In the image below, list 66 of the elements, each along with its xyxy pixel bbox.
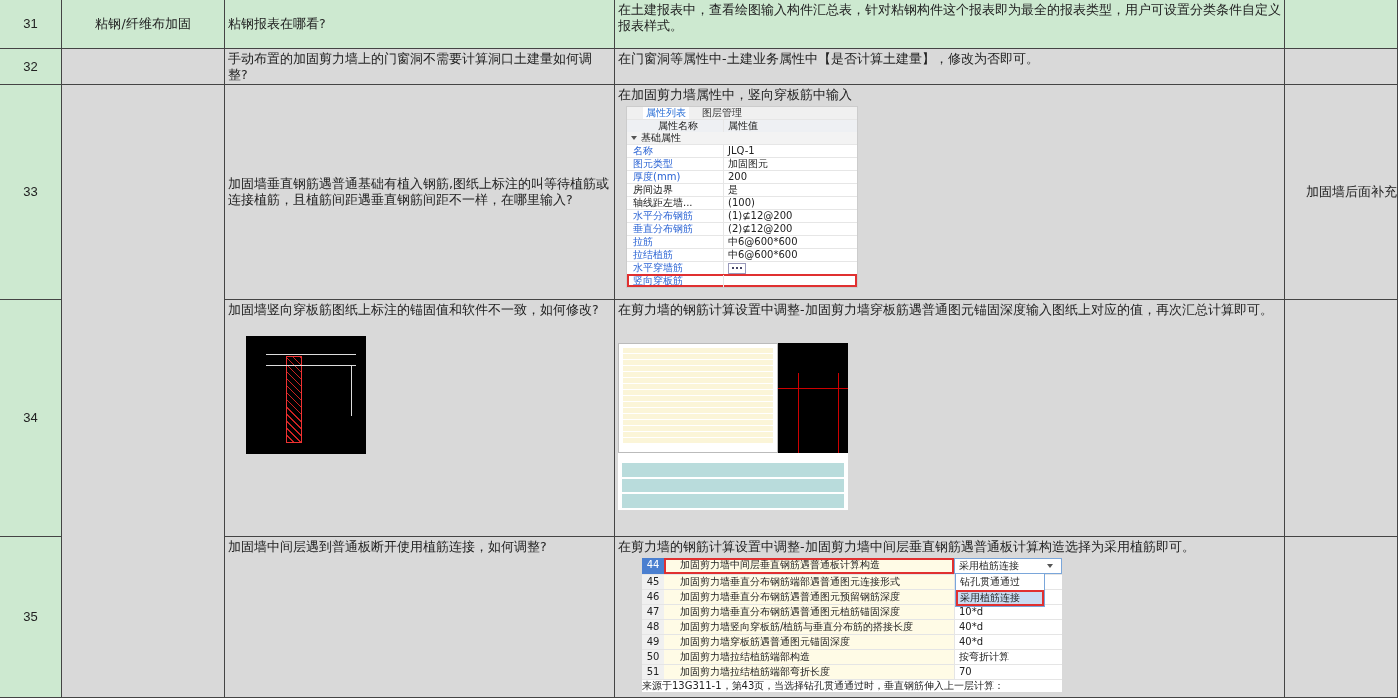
setting-value: 40*d bbox=[954, 635, 1062, 649]
property-name: 厚度(mm) bbox=[632, 171, 682, 183]
property-name: 图元类型 bbox=[632, 158, 674, 170]
row-number: 33 bbox=[0, 85, 62, 300]
property-value-field[interactable]: 中6@600*600 bbox=[723, 236, 851, 248]
row-number: 49 bbox=[642, 635, 664, 649]
property-name: 名称 bbox=[632, 145, 654, 157]
row-number: 47 bbox=[642, 605, 664, 619]
category-cell: 粘钢/纤维布加固 bbox=[62, 0, 225, 49]
setting-name[interactable]: 加固剪力墙垂直分布钢筋遇普通图元预留钢筋深度 bbox=[664, 590, 954, 604]
collapse-icon[interactable] bbox=[631, 136, 637, 140]
panel-tab[interactable]: 属性列表 bbox=[643, 107, 689, 119]
property-name: 房间边界 bbox=[632, 184, 674, 196]
setting-value: 按弯折计算 bbox=[954, 650, 1062, 664]
note-text: 加固墙后面补充 bbox=[1306, 184, 1397, 200]
question-text: 加固墙垂直钢筋遇普通基础有植入钢筋,图纸上标注的叫等待植筋或连接植筋，且植筋间距遇垂直钢筋间距不一样，在哪里输入? bbox=[228, 176, 610, 208]
setting-name[interactable]: 加固剪力墙垂直分布钢筋端部遇普通图元连接形式 bbox=[664, 575, 954, 589]
property-name: 拉结植筋 bbox=[632, 249, 674, 261]
question-text: 手动布置的加固剪力墙上的门窗洞不需要计算洞口土建量如何调整? bbox=[228, 51, 593, 83]
menu-option[interactable]: 钻孔贯通通过 bbox=[956, 574, 1044, 590]
question-text: 加固墙竖向穿板筋图纸上标注的锚固值和软件不一致，如何修改? bbox=[228, 302, 600, 318]
row-number: 32 bbox=[0, 49, 62, 85]
property-name: 水平穿墙筋 bbox=[632, 262, 684, 274]
row-number: 48 bbox=[642, 620, 664, 634]
row-number: 51 bbox=[642, 665, 664, 679]
property-name: 水平分布钢筋 bbox=[632, 210, 694, 222]
setting-name[interactable]: 加固剪力墙中间层垂直钢筋遇普通板计算构造 bbox=[664, 558, 954, 574]
question-text: 加固墙中间层遇到普通板断开使用植筋连接，如何调整? bbox=[228, 539, 548, 555]
setting-value: 40*d bbox=[954, 620, 1062, 634]
property-name: 轴线距左墙... bbox=[632, 197, 694, 209]
setting-name[interactable]: 加固剪力墙穿板筋遇普通图元锚固深度 bbox=[664, 635, 954, 649]
property-name: 拉筋 bbox=[632, 236, 654, 248]
answer-text: 在土建报表中，查看绘图输入构件汇总表，针对粘钢构件这个报表即为最全的报表类型，用户可设置分类条件自定义报表样式。 bbox=[618, 2, 1281, 34]
answer-text: 在剪力墙的钢筋计算设置中调整-加固剪力墙穿板筋遇普通图元锚固深度输入图纸上对应的值，再次汇总计算即可。 bbox=[618, 302, 1274, 318]
property-value-field[interactable]: JLQ-1 bbox=[723, 145, 851, 157]
more-icon[interactable] bbox=[728, 262, 746, 274]
property-value-field[interactable]: (1)⊈12@200 bbox=[723, 210, 851, 222]
menu-option[interactable]: 采用植筋连接 bbox=[956, 590, 1044, 606]
question-text: 粘钢报表在哪看? bbox=[228, 16, 327, 32]
row-number: 31 bbox=[0, 0, 62, 49]
property-name: 垂直分布钢筋 bbox=[632, 223, 694, 235]
setting-name[interactable]: 加固剪力墙竖向穿板筋/植筋与垂直分布筋的搭接长度 bbox=[664, 620, 954, 634]
property-value-field[interactable]: 中6@600*600 bbox=[723, 249, 851, 261]
property-value-field[interactable]: 200 bbox=[723, 171, 851, 183]
caret-icon bbox=[1047, 564, 1053, 568]
setting-name[interactable]: 加固剪力墙拉结植筋端部弯折长度 bbox=[664, 665, 954, 679]
property-value-field[interactable]: (100) bbox=[723, 197, 851, 209]
property-value-field[interactable]: 是 bbox=[723, 184, 851, 196]
row-number: 46 bbox=[642, 590, 664, 604]
answer-text: 在加固剪力墙属性中，竖向穿板筋中输入 bbox=[618, 87, 853, 103]
property-name: 竖向穿板筋 bbox=[632, 275, 684, 287]
row-number: 45 bbox=[642, 575, 664, 589]
row-number: 50 bbox=[642, 650, 664, 664]
row-number: 34 bbox=[0, 300, 62, 537]
group-header[interactable]: 基础属性 bbox=[641, 132, 681, 143]
setting-name[interactable]: 加固剪力墙拉结植筋端部构造 bbox=[664, 650, 954, 664]
row-number: 44 bbox=[642, 558, 664, 574]
answer-text: 在门窗洞等属性中-土建业务属性中【是否计算土建量】，修改为否即可。 bbox=[618, 51, 1040, 67]
row-number: 35 bbox=[0, 537, 62, 698]
setting-name[interactable]: 加固剪力墙垂直分布钢筋遇普通图元植筋锚固深度 bbox=[664, 605, 954, 619]
panel-tab[interactable]: 图层管理 bbox=[699, 107, 745, 119]
setting-value: 70 bbox=[954, 665, 1062, 679]
column-header: 属性名称 bbox=[657, 120, 699, 132]
property-value-field[interactable]: 加固图元 bbox=[723, 158, 851, 170]
property-value-field[interactable]: (2)⊈12@200 bbox=[723, 223, 851, 235]
answer-text: 在剪力墙的钢筋计算设置中调整-加固剪力墙中间层垂直钢筋遇普通板计算构造选择为采用植筋即可。 bbox=[618, 539, 1196, 555]
